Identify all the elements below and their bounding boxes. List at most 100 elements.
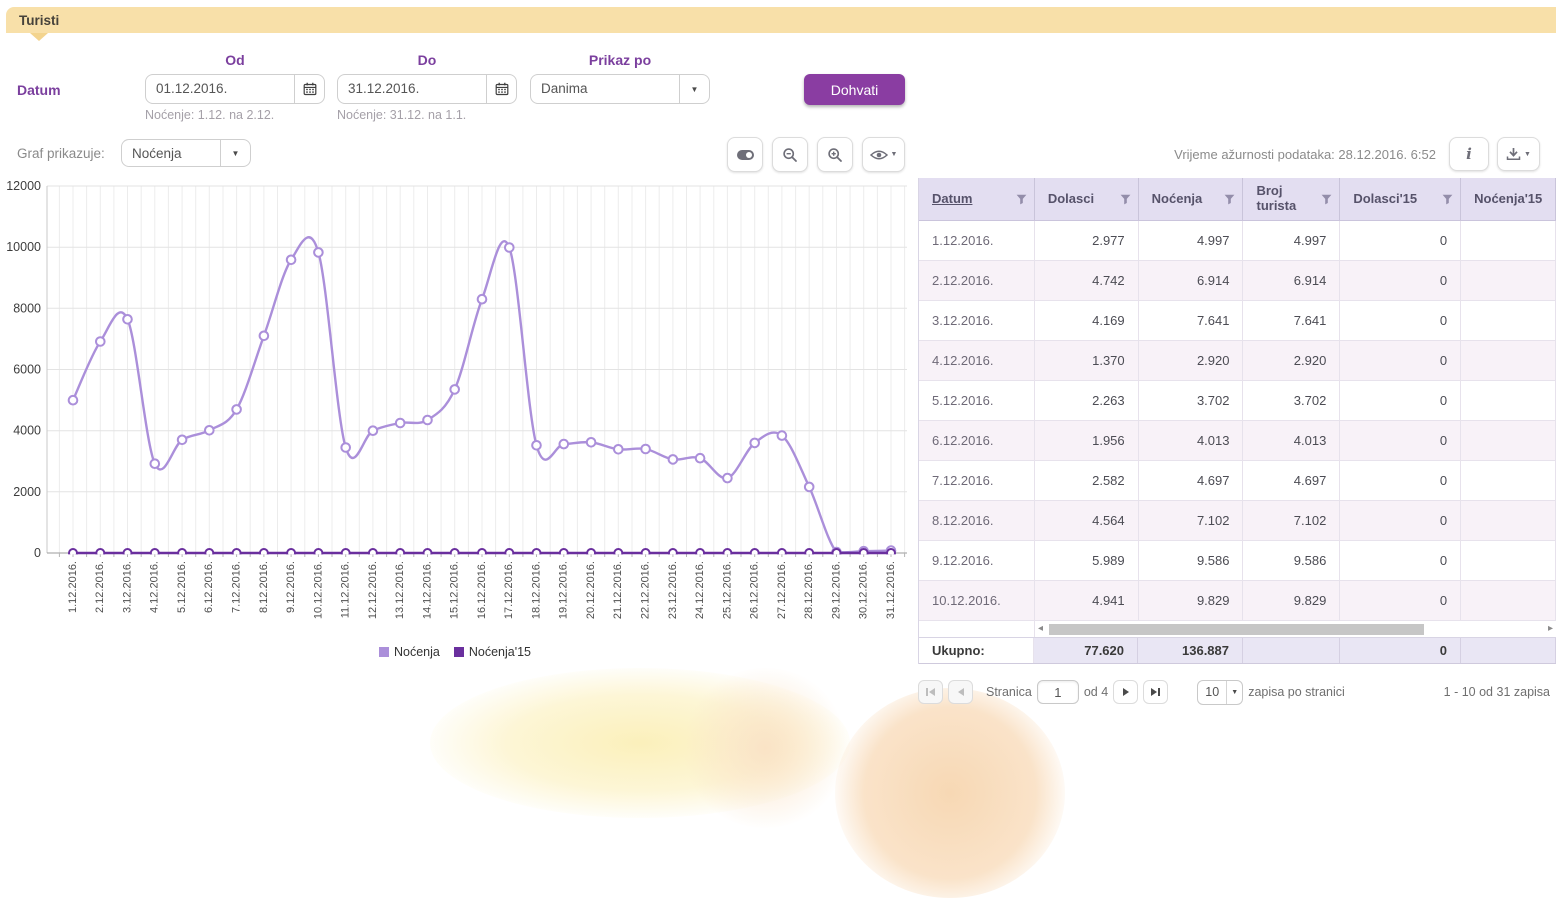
svg-text:5.12.2016.: 5.12.2016. bbox=[176, 561, 188, 613]
scroll-left-arrow-icon[interactable]: ◂ bbox=[1038, 622, 1043, 636]
page-size-select[interactable]: 10 ▼ bbox=[1197, 680, 1243, 705]
cell-value: 9.586 bbox=[1243, 541, 1340, 580]
table-header-6[interactable]: Noćenja'15 bbox=[1461, 178, 1556, 220]
date-to-input[interactable]: 31.12.2016. bbox=[337, 74, 517, 104]
page-count-label: od 4 bbox=[1084, 685, 1108, 699]
previous-page-button[interactable] bbox=[948, 680, 973, 704]
scrollbar-track[interactable]: ◂ ▸ bbox=[1035, 621, 1556, 637]
table-header-row: DatumDolasciNoćenjaBroj turistaDolasci'1… bbox=[919, 178, 1556, 221]
cell-datum: 10.12.2016. bbox=[919, 581, 1035, 620]
date-from-input[interactable]: 01.12.2016. bbox=[145, 74, 325, 104]
page-number-input[interactable] bbox=[1037, 680, 1079, 704]
svg-text:1.12.2016.: 1.12.2016. bbox=[67, 561, 79, 613]
svg-text:29.12.2016.: 29.12.2016. bbox=[830, 561, 842, 619]
calendar-icon[interactable] bbox=[486, 75, 516, 103]
cell-datum: 1.12.2016. bbox=[919, 221, 1035, 260]
cell-datum: 8.12.2016. bbox=[919, 501, 1035, 540]
filter-funnel-icon[interactable] bbox=[1016, 194, 1027, 205]
cell-value bbox=[1461, 381, 1556, 420]
svg-text:2000: 2000 bbox=[13, 485, 41, 499]
table-row[interactable]: 7.12.2016.2.5824.6974.6970 bbox=[919, 461, 1556, 501]
filter-funnel-icon[interactable] bbox=[1224, 194, 1235, 205]
cell-value: 0 bbox=[1340, 301, 1461, 340]
filter-funnel-icon[interactable] bbox=[1442, 194, 1453, 205]
legend-item[interactable]: Noćenja bbox=[379, 645, 440, 659]
cell-value bbox=[1461, 301, 1556, 340]
dohvati-button[interactable]: Dohvati bbox=[804, 74, 905, 105]
table-row[interactable]: 6.12.2016.1.9564.0134.0130 bbox=[919, 421, 1556, 461]
cell-value: 7.641 bbox=[1139, 301, 1244, 340]
svg-text:20.12.2016.: 20.12.2016. bbox=[585, 561, 597, 619]
table-row[interactable]: 5.12.2016.2.2633.7023.7020 bbox=[919, 381, 1556, 421]
svg-text:11.12.2016.: 11.12.2016. bbox=[340, 561, 352, 618]
cell-value: 7.102 bbox=[1139, 501, 1244, 540]
datum-label: Datum bbox=[17, 82, 61, 98]
cell-value: 5.989 bbox=[1035, 541, 1139, 580]
od-label: Od bbox=[145, 52, 325, 68]
legend-item[interactable]: Noćenja'15 bbox=[454, 645, 531, 659]
tab-turisti[interactable]: Turisti bbox=[6, 13, 59, 28]
table-row[interactable]: 2.12.2016.4.7426.9146.9140 bbox=[919, 261, 1556, 301]
last-page-button[interactable] bbox=[1143, 680, 1168, 704]
cell-value: 0 bbox=[1340, 581, 1461, 620]
chevron-down-icon: ▼ bbox=[1226, 681, 1242, 704]
zoom-in-button[interactable] bbox=[817, 137, 853, 172]
svg-text:4000: 4000 bbox=[13, 424, 41, 438]
table-row[interactable]: 9.12.2016.5.9899.5869.5860 bbox=[919, 541, 1556, 581]
calendar-icon[interactable] bbox=[294, 75, 324, 103]
cell-value: 4.013 bbox=[1139, 421, 1244, 460]
svg-text:31.12.2016.: 31.12.2016. bbox=[885, 561, 897, 619]
svg-text:7.12.2016.: 7.12.2016. bbox=[231, 561, 243, 613]
svg-text:24.12.2016.: 24.12.2016. bbox=[694, 561, 706, 619]
table-row[interactable]: 3.12.2016.4.1697.6417.6410 bbox=[919, 301, 1556, 341]
cell-value: 6.914 bbox=[1139, 261, 1244, 300]
graf-prikazuje-select[interactable]: Noćenja ▼ bbox=[121, 139, 251, 167]
table-row[interactable]: 8.12.2016.4.5647.1027.1020 bbox=[919, 501, 1556, 541]
table-body: 1.12.2016.2.9774.9974.99702.12.2016.4.74… bbox=[919, 221, 1556, 621]
cell-value: 4.697 bbox=[1139, 461, 1244, 500]
table-row[interactable]: 1.12.2016.2.9774.9974.9970 bbox=[919, 221, 1556, 261]
cell-value: 0 bbox=[1340, 381, 1461, 420]
zoom-out-button[interactable] bbox=[772, 137, 808, 172]
cell-value: 4.697 bbox=[1243, 461, 1340, 500]
cell-value: 2.582 bbox=[1035, 461, 1139, 500]
scroll-right-arrow-icon[interactable]: ▸ bbox=[1548, 622, 1553, 636]
chart-toggle-button[interactable] bbox=[727, 137, 763, 172]
table-row[interactable]: 4.12.2016.1.3702.9202.9200 bbox=[919, 341, 1556, 381]
cell-value: 0 bbox=[1340, 221, 1461, 260]
svg-text:22.12.2016.: 22.12.2016. bbox=[640, 561, 652, 619]
cell-value: 0 bbox=[1340, 461, 1461, 500]
prikaz-po-select[interactable]: Danima ▼ bbox=[530, 74, 710, 104]
prikaz-po-value: Danima bbox=[531, 75, 679, 103]
filter-funnel-icon[interactable] bbox=[1321, 194, 1332, 205]
scrollbar-frozen-gap bbox=[919, 621, 1035, 637]
decor-blob-yellow bbox=[430, 668, 850, 818]
toggle-icon bbox=[737, 150, 754, 160]
svg-text:12000: 12000 bbox=[6, 180, 41, 193]
scrollbar-thumb[interactable] bbox=[1049, 624, 1424, 635]
decor-blob-peach-large bbox=[835, 688, 1065, 898]
cell-datum: 7.12.2016. bbox=[919, 461, 1035, 500]
table-header-1[interactable]: Datum bbox=[919, 178, 1035, 220]
table-header-2[interactable]: Dolasci bbox=[1035, 178, 1139, 220]
zoom-in-icon bbox=[827, 147, 843, 163]
table-header-4[interactable]: Broj turista bbox=[1243, 178, 1340, 220]
filter-funnel-icon[interactable] bbox=[1120, 194, 1131, 205]
svg-text:23.12.2016.: 23.12.2016. bbox=[667, 561, 679, 619]
cell-value: 0 bbox=[1340, 501, 1461, 540]
total-cell: 0 bbox=[1340, 638, 1461, 663]
info-button[interactable]: i bbox=[1449, 137, 1489, 171]
table-header-3[interactable]: Noćenja bbox=[1139, 178, 1244, 220]
svg-text:4.12.2016.: 4.12.2016. bbox=[149, 561, 161, 613]
download-button[interactable]: ▼ bbox=[1497, 137, 1540, 171]
data-table: DatumDolasciNoćenjaBroj turistaDolasci'1… bbox=[918, 178, 1556, 664]
table-header-5[interactable]: Dolasci'15 bbox=[1340, 178, 1461, 220]
svg-text:18.12.2016.: 18.12.2016. bbox=[530, 561, 542, 619]
svg-text:6.12.2016.: 6.12.2016. bbox=[203, 561, 215, 613]
cell-value bbox=[1461, 341, 1556, 380]
next-page-button[interactable] bbox=[1113, 680, 1138, 704]
first-page-button[interactable] bbox=[918, 680, 943, 704]
graf-prikazuje-label: Graf prikazuje: bbox=[17, 146, 105, 161]
table-row[interactable]: 10.12.2016.4.9419.8299.8290 bbox=[919, 581, 1556, 621]
series-visibility-button[interactable]: ▼ bbox=[862, 137, 905, 172]
